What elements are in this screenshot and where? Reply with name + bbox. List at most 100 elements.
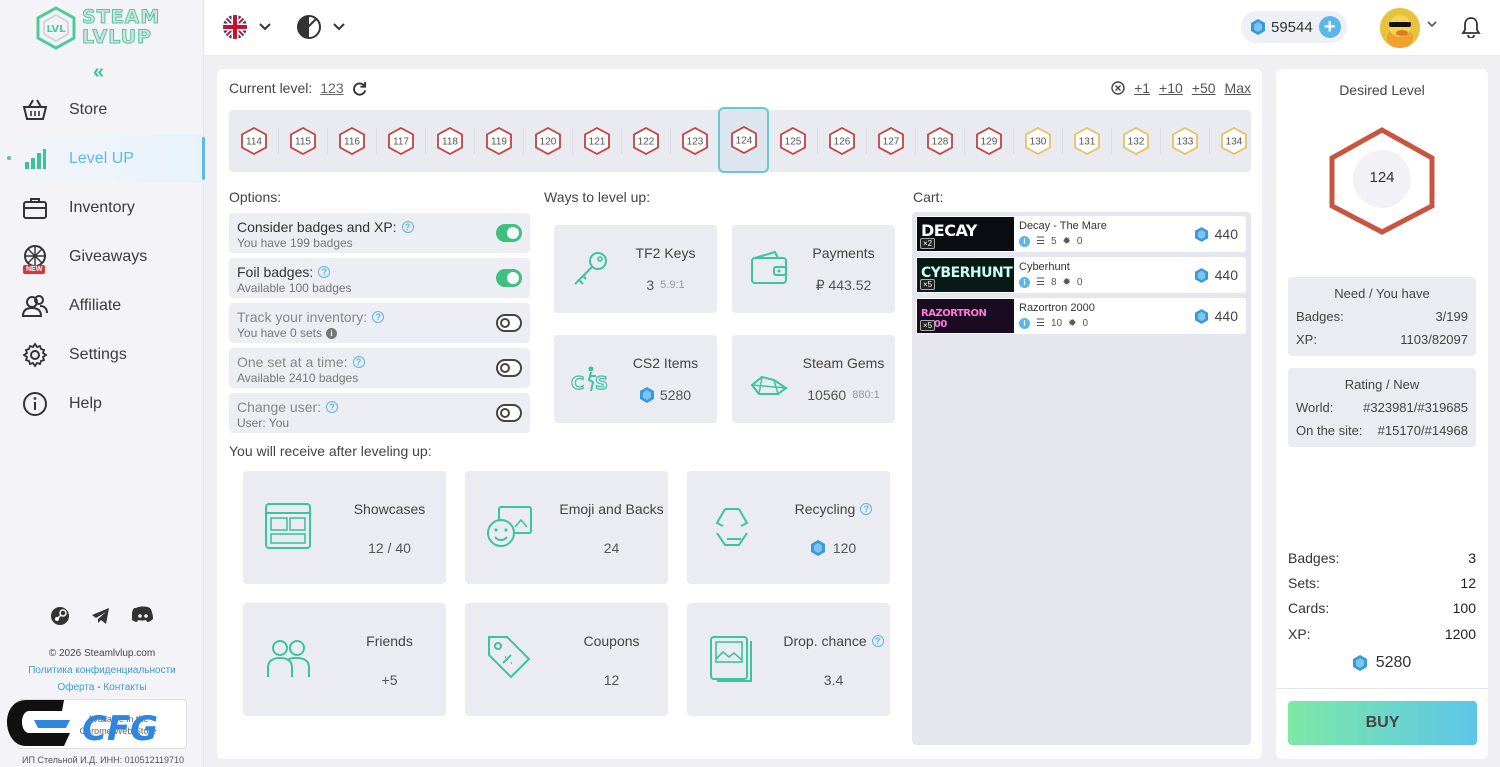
level-hex[interactable]: 120 <box>523 110 573 172</box>
cart-item[interactable]: RAZORTRON 2000×5 Razortron 2000 i ☰ 10 ✹ 0 4… <box>916 298 1246 334</box>
option-sub: You have 0 sets <box>237 326 322 340</box>
site-value: #15170/#14968 <box>1377 423 1468 438</box>
toggle-switch[interactable] <box>496 224 522 242</box>
way-tf2-keys[interactable]: TF2 Keys 3 5.9:1 <box>554 225 717 313</box>
option-sub: Available 100 badges <box>237 281 352 295</box>
option-track-inventory[interactable]: Track your inventory:? You have 0 sets i <box>229 303 530 343</box>
sidebar-item-help[interactable]: Help <box>0 379 204 428</box>
level-hex[interactable]: 133 <box>1160 110 1210 172</box>
option-sub: User: You <box>237 416 290 430</box>
option-one-set[interactable]: One set at a time:? Available 2410 badge… <box>229 348 530 388</box>
toggle-switch[interactable] <box>496 269 522 287</box>
current-level-label: Current level: <box>229 80 313 96</box>
sidebar-item-affiliate[interactable]: Affiliate <box>0 281 204 330</box>
help-icon[interactable]: ? <box>871 635 884 647</box>
add-funds-button[interactable]: + <box>1318 16 1341 38</box>
collapse-sidebar-icon[interactable]: « <box>93 62 104 82</box>
bell-icon[interactable] <box>1460 16 1482 38</box>
help-icon[interactable]: ? <box>401 221 414 233</box>
receive-emoji: Emoji and Backs 24 <box>465 471 668 584</box>
clear-icon[interactable] <box>1111 81 1125 95</box>
chevron-down-icon <box>259 23 271 31</box>
discord-icon[interactable] <box>132 606 154 626</box>
add-1-button[interactable]: +1 <box>1134 80 1150 96</box>
info-icon[interactable]: i <box>1019 277 1030 288</box>
avatar[interactable] <box>1380 8 1420 48</box>
level-hex[interactable]: 117 <box>376 110 426 172</box>
offer-link[interactable]: Оферта <box>57 682 94 693</box>
contacts-link[interactable]: Контакты <box>103 682 146 693</box>
help-icon[interactable]: ? <box>318 266 331 278</box>
level-hex[interactable]: 121 <box>572 110 622 172</box>
receive-name: Coupons <box>583 633 640 649</box>
sidebar-item-settings[interactable]: Settings <box>0 330 204 379</box>
level-hex[interactable]: 116 <box>327 110 377 172</box>
option-foil-badges[interactable]: Foil badges:? Available 100 badges <box>229 258 530 298</box>
buy-button[interactable]: BUY <box>1288 701 1477 745</box>
cards-icon <box>710 636 752 682</box>
info-icon[interactable]: i <box>1019 318 1030 329</box>
level-hex[interactable]: 129 <box>964 110 1014 172</box>
level-hex[interactable]: 127 <box>866 110 916 172</box>
way-value: 10560 <box>807 387 847 403</box>
privacy-link[interactable]: Политика конфиденциальности <box>0 662 204 679</box>
receive-title: You will receive after leveling up: <box>229 443 432 459</box>
cart-item[interactable]: CYBERHUNT ×5 Cyberhunt i ☰ 8 ✹ 0 440 <box>916 257 1246 293</box>
max-button[interactable]: Max <box>1225 80 1251 96</box>
telegram-icon[interactable] <box>91 606 111 626</box>
sidebar-item-inventory[interactable]: Inventory <box>0 183 204 232</box>
way-steam-gems[interactable]: Steam Gems 10560 880:1 <box>732 335 895 423</box>
level-hex[interactable]: 130 <box>1013 110 1063 172</box>
copyright: © 2026 Steamlvlup.com <box>48 648 156 659</box>
gem-icon <box>639 387 654 403</box>
help-icon[interactable]: ? <box>372 311 385 323</box>
level-hex[interactable]: 125 <box>768 110 818 172</box>
level-hex-label: 125 <box>784 137 801 148</box>
chevron-down-icon[interactable] <box>1426 20 1438 29</box>
current-level-value[interactable]: 123 <box>320 80 343 96</box>
divider <box>1276 688 1488 689</box>
info-icon[interactable]: i <box>1019 236 1030 247</box>
option-consider-badges[interactable]: Consider badges and XP:? You have 199 ba… <box>229 213 530 253</box>
receive-showcases: Showcases 12 / 40 <box>243 471 446 584</box>
help-icon[interactable]: ? <box>860 503 873 515</box>
steam-icon[interactable] <box>50 606 70 626</box>
level-hex[interactable]: 118 <box>425 110 475 172</box>
info-icon[interactable]: i <box>325 327 337 339</box>
add-10-button[interactable]: +10 <box>1159 80 1183 96</box>
sidebar-item-level-up[interactable]: Level UP <box>0 134 205 183</box>
language-selector[interactable] <box>222 14 272 40</box>
refresh-icon[interactable] <box>352 81 367 96</box>
way-rate: 5.9:1 <box>660 279 685 291</box>
level-hex[interactable]: 126 <box>817 110 867 172</box>
cart-item[interactable]: DECAY ×2 Decay - The Mare i ☰ 5 ✹ 0 440 <box>916 216 1246 252</box>
add-50-button[interactable]: +50 <box>1192 80 1216 96</box>
level-hex[interactable]: 114 <box>229 110 279 172</box>
level-hex[interactable]: 115 <box>278 110 328 172</box>
help-icon[interactable]: ? <box>326 401 339 413</box>
sidebar-item-store[interactable]: Store <box>0 85 204 134</box>
level-hex[interactable]: 123 <box>670 110 720 172</box>
level-hex-label: 119 <box>491 137 507 148</box>
way-payments[interactable]: Payments ₽ 443.52 <box>732 225 895 313</box>
level-hex[interactable]: 128 <box>915 110 965 172</box>
level-hex[interactable]: 119 <box>474 110 524 172</box>
level-hex[interactable]: 132 <box>1111 110 1161 172</box>
option-change-user[interactable]: Change user:? User: You <box>229 393 530 433</box>
level-hex[interactable]: 122 <box>621 110 671 172</box>
sidebar-item-label: Inventory <box>69 198 135 216</box>
toggle-switch[interactable] <box>496 359 522 377</box>
help-icon[interactable]: ? <box>352 356 365 368</box>
theme-selector[interactable] <box>296 14 346 40</box>
way-cs2-items[interactable]: CS CS2 Items 5280 <box>554 335 717 423</box>
level-hex[interactable]: 124 <box>718 107 769 173</box>
toggle-switch[interactable] <box>496 404 522 422</box>
level-hex[interactable]: 134 <box>1209 110 1258 172</box>
logo[interactable]: LVL STEAM LVLUP <box>34 6 174 50</box>
level-hex[interactable]: 131 <box>1062 110 1112 172</box>
balance-pill[interactable]: 59544 + <box>1241 11 1347 43</box>
toggle-switch[interactable] <box>496 314 522 332</box>
theme-icon <box>297 15 321 39</box>
option-title: One set at a time: <box>237 354 348 370</box>
friends-icon <box>267 640 310 677</box>
